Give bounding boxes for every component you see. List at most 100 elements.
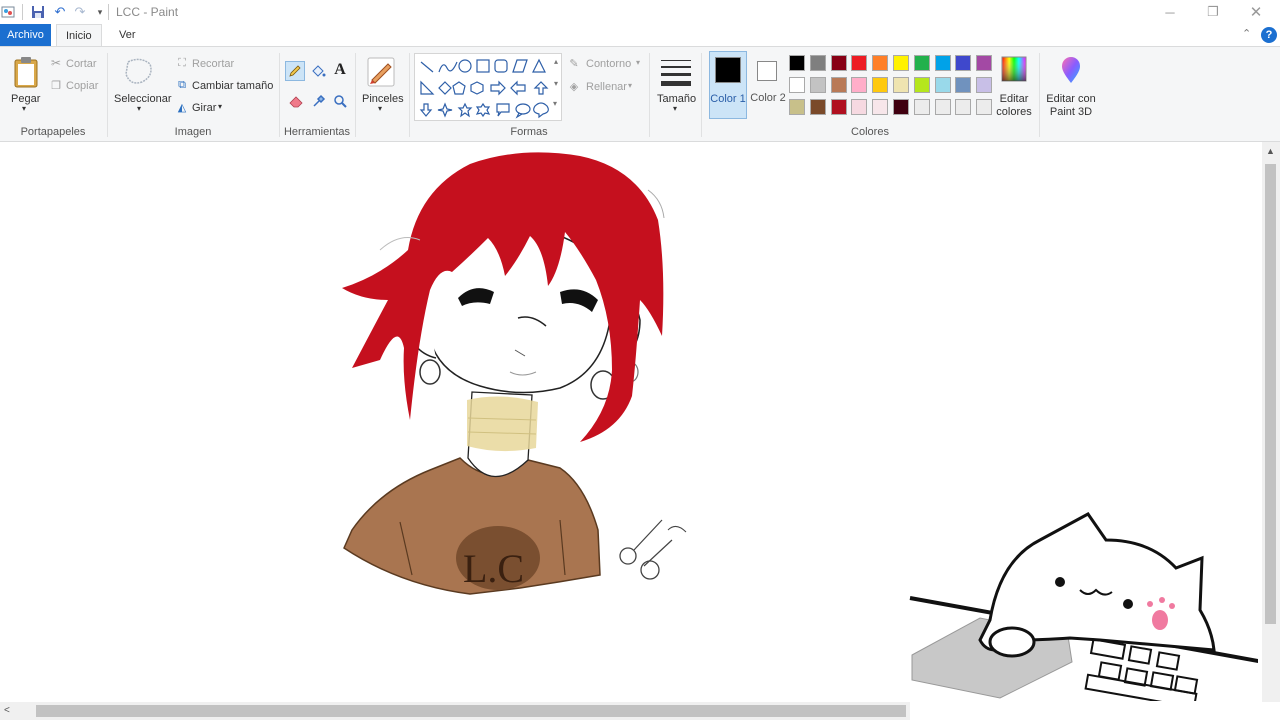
- title-bar: ↶ ↷ ▾ LCC - Paint ─ ❐ ✕: [0, 0, 1280, 24]
- palette-swatch[interactable]: [830, 99, 847, 115]
- scroll-up-icon[interactable]: ▲: [1266, 146, 1275, 156]
- save-icon[interactable]: [30, 4, 46, 20]
- shapes-more-icon[interactable]: ▾: [553, 99, 557, 108]
- palette-swatch[interactable]: [934, 99, 951, 115]
- palette-swatch[interactable]: [789, 55, 805, 71]
- fill-button[interactable]: Rellenar: [586, 81, 627, 93]
- brushes-dropdown-icon[interactable]: ▾: [378, 104, 382, 113]
- paint3d-icon[interactable]: [1058, 55, 1084, 85]
- palette-swatch[interactable]: [893, 99, 909, 115]
- rotate-button[interactable]: Girar: [192, 102, 216, 114]
- size-icon[interactable]: [660, 57, 692, 87]
- color1-button[interactable]: Color 1: [709, 51, 747, 119]
- select-dropdown-icon[interactable]: ▾: [137, 104, 141, 113]
- edit-colors-button[interactable]: Editar colores: [994, 93, 1034, 119]
- drawing-canvas[interactable]: L.C: [0, 146, 1258, 701]
- outline-dropdown-icon[interactable]: ▾: [636, 58, 640, 67]
- crop-button[interactable]: Recortar: [192, 58, 234, 70]
- palette-swatch[interactable]: [809, 77, 826, 93]
- rotate-dropdown-icon[interactable]: ▾: [218, 102, 222, 111]
- palette-swatch[interactable]: [976, 55, 993, 71]
- palette-swatch[interactable]: [789, 77, 805, 93]
- tab-home[interactable]: Inicio: [56, 24, 102, 46]
- brushes-label[interactable]: Pinceles: [362, 93, 404, 105]
- palette-swatch[interactable]: [913, 55, 930, 71]
- palette-swatch[interactable]: [934, 55, 951, 71]
- palette-swatch[interactable]: [934, 77, 951, 93]
- collapse-ribbon-icon[interactable]: ⌃: [1242, 27, 1251, 40]
- resize-button[interactable]: Cambiar tamaño: [192, 80, 273, 92]
- palette-swatch[interactable]: [809, 55, 826, 71]
- shirt-text: L.C: [463, 546, 524, 591]
- edit-paint3d-button[interactable]: Editar con Paint 3D: [1040, 93, 1102, 119]
- help-icon[interactable]: ?: [1261, 27, 1277, 43]
- ribbon-tabs: Archivo Inicio Ver ⌃ ?: [0, 24, 1280, 46]
- palette-swatch[interactable]: [872, 99, 889, 115]
- palette-swatch[interactable]: [789, 99, 805, 115]
- undo-icon[interactable]: ↶: [52, 4, 68, 20]
- palette-swatch[interactable]: [872, 77, 889, 93]
- color-picker-icon[interactable]: [310, 92, 328, 110]
- palette-swatch[interactable]: [851, 99, 868, 115]
- horizontal-scrollbar[interactable]: <: [0, 702, 910, 720]
- shapes-scroll-down-icon[interactable]: ▾: [554, 79, 558, 88]
- tools-group-label: Herramientas: [283, 126, 351, 138]
- palette-swatch[interactable]: [830, 77, 847, 93]
- fill-bucket-icon[interactable]: [309, 62, 327, 80]
- palette-swatch[interactable]: [976, 77, 993, 93]
- palette-swatch[interactable]: [830, 55, 847, 71]
- palette-swatch[interactable]: [913, 77, 930, 93]
- palette-swatch[interactable]: [913, 99, 930, 115]
- edit-colors-icon[interactable]: [1000, 55, 1028, 83]
- cut-button[interactable]: Cortar: [66, 58, 97, 70]
- redo-icon[interactable]: ↷: [72, 4, 88, 20]
- color2-label: Color 2: [750, 92, 786, 104]
- horizontal-scroll-thumb[interactable]: [36, 705, 906, 717]
- shapes-group-label: Formas: [510, 126, 548, 138]
- close-icon[interactable]: ✕: [1233, 2, 1279, 22]
- color1-label: Color 1: [710, 93, 746, 105]
- customize-qat-icon[interactable]: ▾: [92, 4, 108, 20]
- clipboard-group-label: Portapapeles: [20, 126, 86, 138]
- brushes-icon[interactable]: [365, 55, 397, 89]
- text-tool-icon[interactable]: A: [331, 61, 349, 79]
- select-icon[interactable]: [122, 55, 156, 89]
- palette-swatch[interactable]: [872, 55, 889, 71]
- tab-view[interactable]: Ver: [110, 24, 145, 46]
- window-title: LCC - Paint: [116, 5, 179, 19]
- resize-icon: ⧉: [178, 78, 186, 91]
- fill-dropdown-icon[interactable]: ▾: [628, 81, 632, 90]
- select-label[interactable]: Seleccionar: [114, 93, 171, 105]
- vertical-scrollbar[interactable]: ▲: [1262, 142, 1280, 702]
- color1-swatch: [715, 57, 741, 83]
- magnifier-icon[interactable]: [331, 92, 349, 110]
- restore-icon[interactable]: ❐: [1190, 2, 1236, 22]
- eraser-icon[interactable]: [287, 92, 305, 110]
- palette-swatch[interactable]: [851, 77, 868, 93]
- copy-button[interactable]: Copiar: [66, 80, 98, 92]
- minimize-icon[interactable]: ─: [1147, 2, 1193, 22]
- palette-swatch[interactable]: [955, 99, 972, 115]
- scroll-left-icon[interactable]: <: [4, 705, 10, 716]
- palette-swatch[interactable]: [976, 99, 993, 115]
- paste-dropdown-icon[interactable]: ▾: [22, 104, 26, 113]
- color2-button[interactable]: Color 2: [750, 51, 786, 119]
- pencil-icon[interactable]: [285, 61, 305, 81]
- paste-icon[interactable]: [12, 55, 40, 89]
- color2-swatch: [757, 61, 777, 81]
- shapes-scroll-up-icon[interactable]: ▴: [554, 57, 558, 66]
- palette-swatch[interactable]: [955, 55, 972, 71]
- scissors-icon: ✂: [50, 56, 62, 70]
- paint-app-icon[interactable]: [0, 4, 16, 20]
- palette-swatch[interactable]: [809, 99, 826, 115]
- outline-button[interactable]: Contorno: [586, 58, 631, 70]
- palette-swatch[interactable]: [893, 77, 909, 93]
- image-group-label: Imagen: [174, 126, 212, 138]
- palette-swatch[interactable]: [893, 55, 909, 71]
- vertical-scroll-thumb[interactable]: [1265, 164, 1276, 624]
- palette-swatch[interactable]: [851, 55, 868, 71]
- size-dropdown-icon[interactable]: ▾: [673, 104, 677, 113]
- palette-swatch[interactable]: [955, 77, 972, 93]
- shapes-gallery[interactable]: [414, 53, 562, 121]
- tab-file[interactable]: Archivo: [0, 24, 51, 46]
